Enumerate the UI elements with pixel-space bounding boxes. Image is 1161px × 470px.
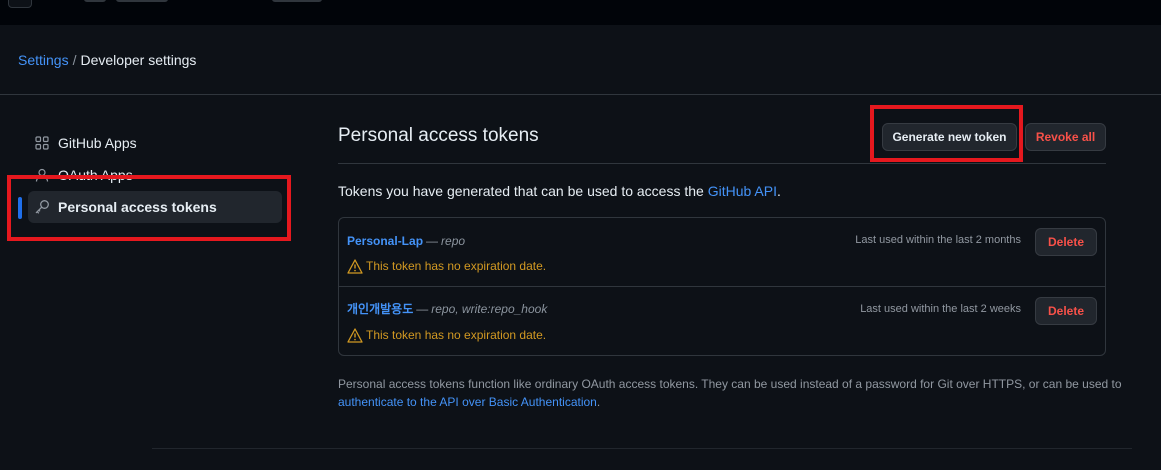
header-text-fragment — [272, 0, 322, 2]
header-text-fragment — [84, 0, 106, 2]
intro-text: Tokens you have generated that can be us… — [338, 183, 781, 199]
token-divider — [339, 286, 1105, 287]
token-warning: This token has no expiration date. — [347, 327, 546, 343]
github-api-link[interactable]: GitHub API — [708, 183, 777, 199]
footnote-text: Personal access tokens function like ord… — [338, 377, 1122, 391]
token-list: Personal-Lap — repo Last used within the l… — [338, 217, 1106, 356]
token-warning-text: This token has no expiration date. — [366, 328, 547, 342]
breadcrumb: Settings / Developer settings — [18, 52, 196, 68]
highlight-box-sidebar — [7, 175, 291, 241]
bottom-divider — [152, 448, 1132, 449]
intro-text-body: Tokens you have generated that can be us… — [338, 183, 708, 199]
sidebar-item-label: GitHub Apps — [58, 135, 137, 151]
token-warning: This token has no expiration date. — [347, 258, 546, 274]
page-title: Personal access tokens — [338, 125, 539, 146]
footnote-end: . — [596, 395, 601, 409]
highlight-box-generate — [870, 105, 1023, 162]
menu-button[interactable] — [8, 0, 32, 8]
token-name-link[interactable]: 개인개발용도 — [347, 302, 413, 316]
header-divider — [0, 94, 1161, 95]
token-dash: — — [416, 302, 429, 316]
basic-auth-link[interactable]: authenticate to the API over Basic Authe… — [338, 395, 597, 409]
delete-token-button[interactable]: Delete — [1035, 228, 1097, 256]
revoke-all-button[interactable]: Revoke all — [1025, 123, 1106, 151]
breadcrumb-separator: / — [72, 52, 77, 68]
token-warning-text: This token has no expiration date. — [366, 259, 547, 273]
token-name-link[interactable]: Personal-Lap — [347, 234, 423, 248]
footnote: Personal access tokens function like ord… — [338, 375, 1128, 411]
token-scopes: repo — [441, 234, 466, 248]
warning-icon — [347, 327, 363, 343]
header-text-fragment — [116, 0, 168, 2]
token-last-used: Last used within the last 2 months — [855, 234, 1021, 246]
token-scopes: repo, write:repo_hook — [431, 302, 548, 316]
top-bar — [0, 0, 1161, 25]
delete-token-button[interactable]: Delete — [1035, 297, 1097, 325]
breadcrumb-current: Developer settings — [80, 52, 197, 68]
warning-icon — [347, 258, 363, 274]
apps-grid-icon — [34, 135, 50, 151]
token-last-used: Last used within the last 2 weeks — [860, 303, 1021, 315]
title-divider — [338, 163, 1106, 164]
breadcrumb-settings-link[interactable]: Settings — [18, 52, 69, 68]
token-title: 개인개발용도 — repo, write:repo_hook — [347, 302, 547, 316]
token-dash: — — [426, 234, 439, 248]
sidebar-item-github-apps[interactable]: GitHub Apps — [28, 127, 282, 159]
token-title: Personal-Lap — repo — [347, 234, 465, 248]
intro-text-end: . — [776, 183, 781, 199]
